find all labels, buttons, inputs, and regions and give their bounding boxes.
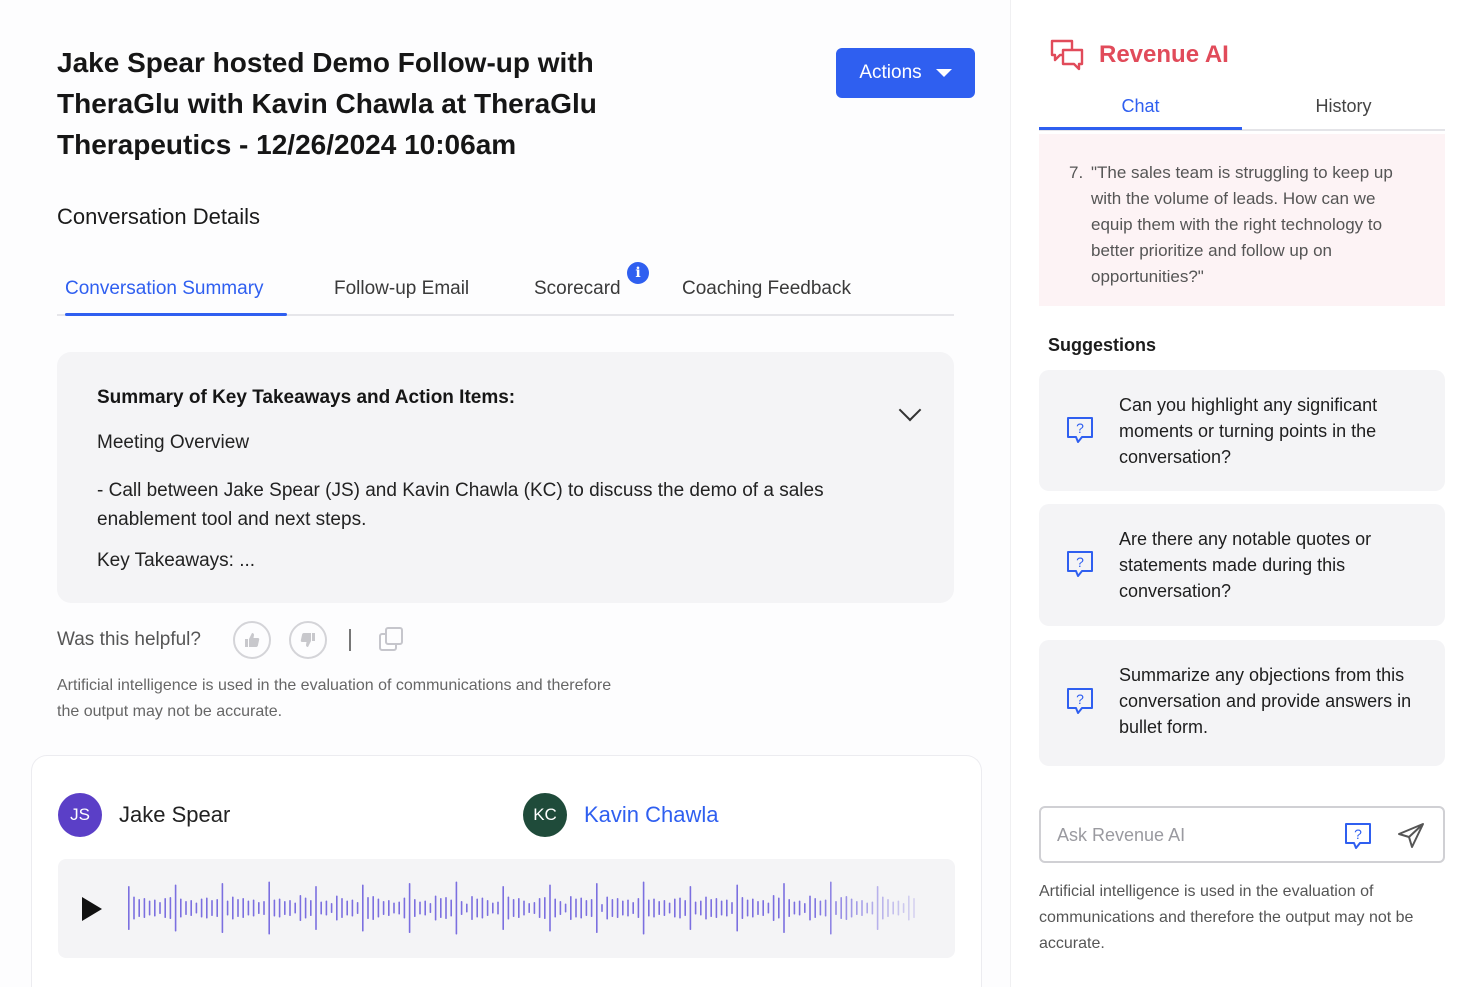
svg-text:?: ?	[1354, 826, 1362, 842]
chat-bubbles-icon	[1050, 39, 1084, 71]
avatar: JS	[58, 793, 102, 837]
thumbs-up-icon	[244, 633, 260, 647]
suggestions-heading: Suggestions	[1048, 335, 1157, 355]
info-icon[interactable]: i	[627, 262, 649, 284]
tab-conversation-summary[interactable]: Conversation Summary	[65, 278, 264, 300]
tab-history[interactable]: History	[1242, 96, 1445, 117]
chat-message: 7. "The sales team is struggling to keep…	[1039, 134, 1445, 306]
conversation-tabs: Conversation Summary Follow-up Email Sco…	[57, 262, 954, 316]
tab-scorecard[interactable]: Scorecard	[534, 278, 621, 300]
tab-chat[interactable]: Chat	[1039, 96, 1242, 117]
participant-guest: KC Kavin Chawla	[523, 793, 719, 837]
conversation-panel: Jake Spear hosted Demo Follow-up with Th…	[0, 0, 1010, 987]
meeting-overview-text: - Call between Jake Spear (JS) and Kavin…	[97, 480, 824, 530]
message-text: "The sales team is struggling to keep up…	[1091, 163, 1393, 286]
revenue-ai-header: Revenue AI	[1049, 38, 1229, 72]
suggestion-text: Summarize any objections from this conve…	[1119, 665, 1412, 737]
participant-name: Jake Spear	[119, 802, 231, 827]
panel-title: Revenue AI	[1099, 41, 1229, 68]
actions-label: Actions	[859, 62, 922, 83]
suggestion-card[interactable]: ? Can you highlight any significant mome…	[1039, 370, 1445, 491]
summary-card: Summary of Key Takeaways and Action Item…	[57, 352, 954, 603]
active-tab-indicator	[65, 313, 287, 316]
svg-text:?: ?	[1076, 554, 1084, 570]
feedback-row: Was this helpful?	[57, 620, 405, 660]
avatar: KC	[523, 793, 567, 837]
meeting-overview-label: Meeting Overview	[97, 432, 250, 453]
ask-input[interactable]	[1057, 822, 1327, 848]
divider	[348, 629, 351, 651]
section-heading: Conversation Details	[57, 204, 260, 229]
thumbs-up-button[interactable]	[232, 621, 271, 659]
suggestion-text: Are there any notable quotes or statemen…	[1119, 529, 1372, 601]
ai-disclaimer: Artificial intelligence is used in the e…	[1039, 883, 1414, 952]
play-icon[interactable]	[82, 897, 102, 921]
actions-dropdown-button[interactable]: Actions	[836, 48, 975, 98]
ask-box: ?	[1039, 806, 1445, 863]
participant-host: JS Jake Spear	[58, 793, 230, 837]
suggestion-text: Can you highlight any significant moment…	[1119, 395, 1378, 467]
thumbs-down-button[interactable]	[288, 621, 327, 659]
revenue-ai-tabs: Chat History	[1039, 90, 1445, 131]
audio-waveform[interactable]	[128, 877, 928, 939]
active-tab-indicator	[1039, 127, 1242, 130]
send-icon[interactable]	[1396, 821, 1426, 851]
suggestion-card[interactable]: ? Are there any notable quotes or statem…	[1039, 504, 1445, 626]
copy-icon[interactable]	[378, 627, 405, 653]
svg-text:?: ?	[1076, 420, 1084, 436]
recording-player-card: JS Jake Spear KC Kavin Chawla	[31, 755, 982, 987]
revenue-ai-panel: Revenue AI Chat History 7. "The sales te…	[1010, 0, 1480, 987]
participant-link[interactable]: Kavin Chawla	[584, 802, 719, 828]
message-number: 7.	[1069, 163, 1084, 182]
caret-down-icon	[935, 69, 952, 77]
summary-heading: Summary of Key Takeaways and Action Item…	[97, 387, 516, 408]
key-takeaways-text: Key Takeaways: ...	[97, 550, 256, 571]
ai-disclaimer: Artificial intelligence is used in the e…	[57, 677, 612, 720]
suggestion-card[interactable]: ? Summarize any objections from this con…	[1039, 640, 1445, 766]
thumbs-down-icon	[300, 633, 315, 647]
svg-text:?: ?	[1076, 691, 1084, 707]
audio-player	[58, 859, 955, 958]
question-bubble-icon: ?	[1067, 551, 1093, 577]
page-title: Jake Spear hosted Demo Follow-up with Th…	[57, 47, 597, 160]
question-bubble-icon: ?	[1067, 688, 1093, 714]
helpful-label: Was this helpful?	[57, 629, 201, 650]
question-bubble-icon: ?	[1067, 417, 1093, 443]
tab-follow-up-email[interactable]: Follow-up Email	[334, 278, 469, 300]
chevron-down-icon[interactable]	[898, 398, 922, 422]
question-bubble-icon[interactable]: ?	[1343, 821, 1373, 851]
tab-coaching-feedback[interactable]: Coaching Feedback	[682, 278, 851, 300]
